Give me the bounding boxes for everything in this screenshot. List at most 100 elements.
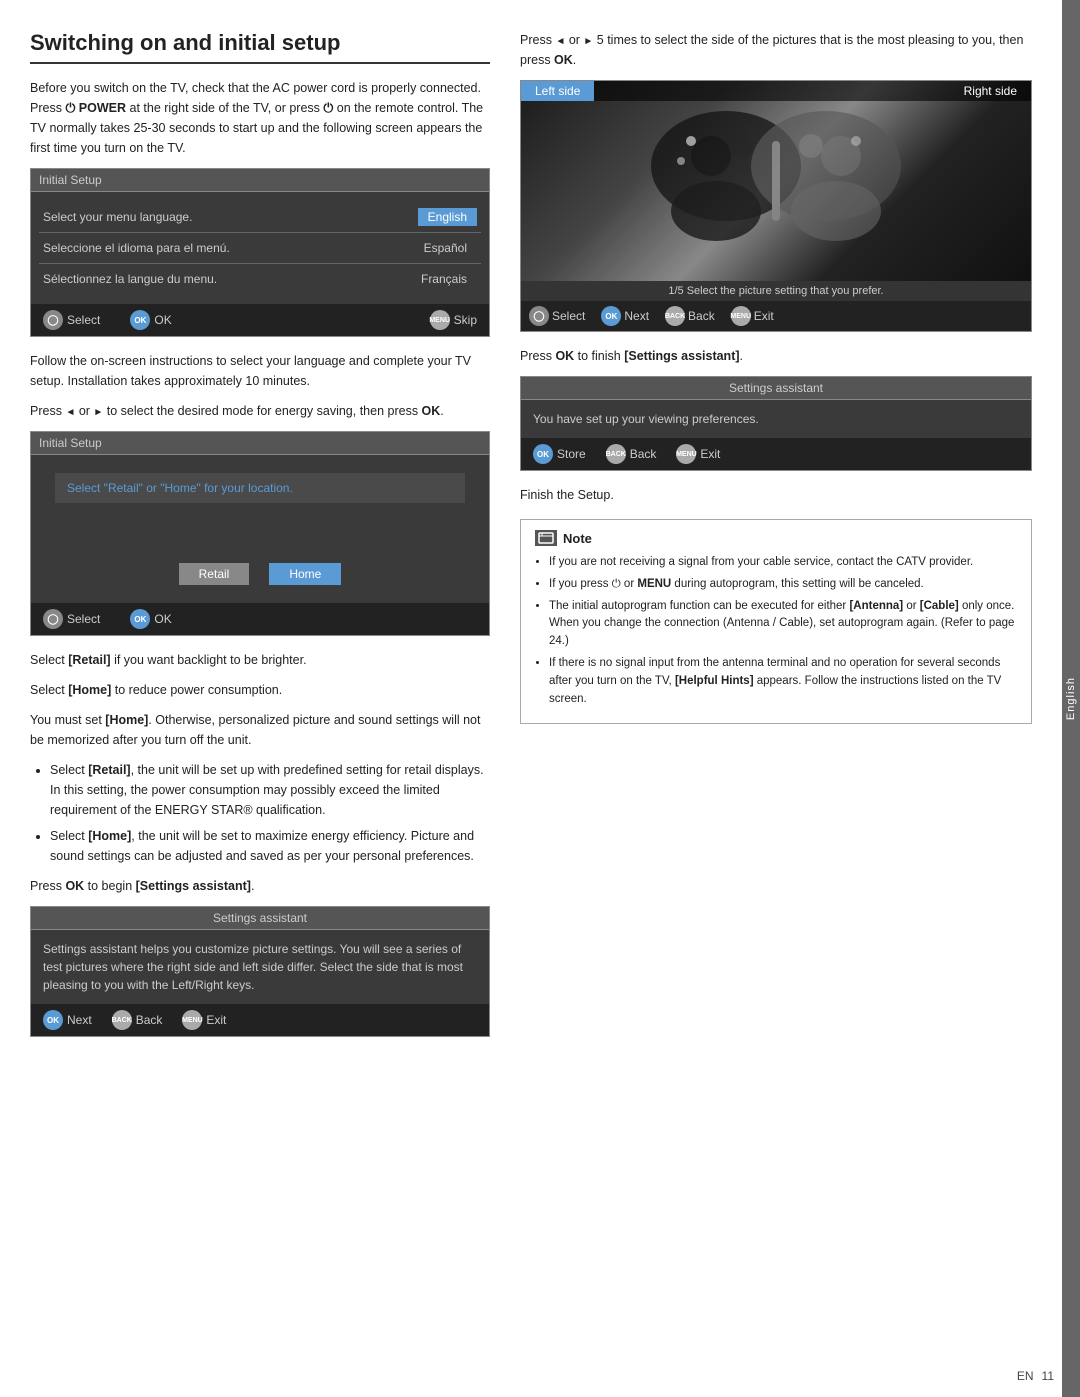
lang-label-espanol: Seleccione el idioma para el menú. [43, 241, 230, 255]
picture-header: Left side Right side [521, 81, 1031, 101]
next-icon: OK [43, 1010, 63, 1030]
exit-icon-2: MENU [676, 444, 696, 464]
bullet-home: Select [Home], the unit will be set to m… [50, 826, 490, 866]
pic-back-label: Back [688, 309, 715, 323]
butterfly-svg [636, 101, 916, 261]
footer-select: ◯ Select [43, 310, 100, 330]
press-begin-text: Press OK to begin [Settings assistant]. [30, 876, 490, 896]
footer-skip: MENU Skip [430, 310, 477, 330]
note-item-1: If you are not receiving a signal from y… [549, 554, 1017, 572]
ok-label: OK [154, 313, 171, 327]
footer-ok-2: OK OK [130, 609, 171, 629]
location-body: Select "Retail" or "Home" for your locat… [31, 455, 489, 603]
select-icon-2: ◯ [43, 609, 63, 629]
select-home-text: Select [Home] to reduce power consumptio… [30, 680, 490, 700]
setup-box-1-body: Select your menu language. English Selec… [31, 192, 489, 304]
location-row: Select "Retail" or "Home" for your locat… [55, 473, 465, 503]
location-spacer [43, 513, 477, 553]
footer-exit-2: MENU Exit [676, 444, 720, 464]
lang-btn-english[interactable]: English [418, 208, 477, 226]
left-column: Switching on and initial setup Before yo… [30, 30, 490, 1367]
page-title: Switching on and initial setup [30, 30, 490, 64]
lang-row-english: Select your menu language. English [39, 202, 481, 233]
lang-label-francais: Sélectionnez la langue du menu. [43, 272, 217, 286]
main-content: Switching on and initial setup Before yo… [0, 0, 1062, 1397]
settings-assistant-1-body: Settings assistant helps you customize p… [31, 930, 489, 1004]
caption-text: 1/5 Select the picture setting that you … [668, 285, 883, 297]
pic-back-icon: BACK [665, 306, 685, 326]
select-label-2: Select [67, 612, 100, 626]
exit-label: Exit [206, 1013, 226, 1027]
store-icon: OK [533, 444, 553, 464]
back-label: Back [136, 1013, 163, 1027]
settings-assistant-box-1: Settings assistant Settings assistant he… [30, 906, 490, 1037]
settings-assistant-2-title: Settings assistant [521, 377, 1031, 400]
pic-select-icon: ◯ [529, 306, 549, 326]
settings-assistant-box-2: Settings assistant You have set up your … [520, 376, 1032, 471]
page-container: English Switching on and initial setup B… [0, 0, 1080, 1397]
menu-icon: MENU [430, 310, 450, 330]
note-item-4: If there is no signal input from the ant… [549, 655, 1017, 708]
footer-back: BACK Back [112, 1010, 163, 1030]
butterfly-image [521, 81, 1031, 281]
ok-label-2: OK [154, 612, 171, 626]
footer-ok: OK OK [130, 310, 171, 330]
back-label-2: Back [630, 447, 657, 461]
select-label: Select [67, 313, 100, 327]
pic-nav-exit: MENU Exit [731, 306, 774, 326]
location-buttons: Retail Home [43, 553, 477, 595]
back-icon: BACK [112, 1010, 132, 1030]
home-button[interactable]: Home [269, 563, 341, 585]
pic-exit-icon: MENU [731, 306, 751, 326]
pic-select-label: Select [552, 309, 585, 323]
sidebar-tab: English [1062, 0, 1080, 1397]
exit-label-2: Exit [700, 447, 720, 461]
ok-icon-2: OK [130, 609, 150, 629]
setup-box-2-title: Initial Setup [31, 432, 489, 455]
note-item-2: If you press ⏻ or MENU during autoprogra… [549, 576, 1017, 594]
follow-text: Follow the on-screen instructions to sel… [30, 351, 490, 391]
pic-next-label: Next [624, 309, 649, 323]
pic-nav-select: ◯ Select [529, 306, 585, 326]
setup-box-1-title: Initial Setup [31, 169, 489, 192]
exit-icon: MENU [182, 1010, 202, 1030]
right-side-label: Right side [950, 81, 1031, 101]
must-set-home-text: You must set [Home]. Otherwise, personal… [30, 710, 490, 750]
setup-footer-1: ◯ Select OK OK MENU Skip [31, 304, 489, 336]
settings-footer-2: OK Store BACK Back MENU Exit [521, 438, 1031, 470]
retail-button[interactable]: Retail [179, 563, 250, 585]
note-box: Note If you are not receiving a signal f… [520, 519, 1032, 724]
footer-back-2: BACK Back [606, 444, 657, 464]
lang-btn-espanol[interactable]: Español [414, 239, 477, 257]
lang-row-espanol: Seleccione el idioma para el menú. Españ… [39, 233, 481, 264]
lang-btn-francais[interactable]: Français [411, 270, 477, 288]
bullet-list: Select [Retail], the unit will be set up… [50, 760, 490, 866]
footer-exit: MENU Exit [182, 1010, 226, 1030]
pic-nav-back: BACK Back [665, 306, 715, 326]
store-label: Store [557, 447, 586, 461]
note-item-3: The initial autoprogram function can be … [549, 598, 1017, 651]
left-side-label: Left side [521, 81, 594, 101]
sidebar-label: English [1065, 677, 1077, 720]
picture-caption: 1/5 Select the picture setting that you … [521, 281, 1031, 301]
power-bold: ⏻ POWER [65, 101, 126, 115]
settings-assistant-1-title: Settings assistant [31, 907, 489, 930]
picture-nav: ◯ Select OK Next BACK Back MENU Exit [521, 301, 1031, 331]
footer-select-2: ◯ Select [43, 609, 100, 629]
press-energy-text: Press or to select the desired mode for … [30, 401, 490, 421]
setup-footer-2: ◯ Select OK OK [31, 603, 489, 635]
lang-label-english: Select your menu language. [43, 210, 192, 224]
footer-next: OK Next [43, 1010, 92, 1030]
pic-nav-next: OK Next [601, 306, 649, 326]
lang-row-francais: Sélectionnez la langue du menu. Français [39, 264, 481, 294]
note-header: Note [535, 530, 1017, 546]
note-list: If you are not receiving a signal from y… [549, 554, 1017, 709]
next-label: Next [67, 1013, 92, 1027]
select-retail-text: Select [Retail] if you want backlight to… [30, 650, 490, 670]
intro-paragraph: Before you switch on the TV, check that … [30, 78, 490, 158]
finish-setup-text: Finish the Setup. [520, 485, 1032, 505]
footer-store: OK Store [533, 444, 586, 464]
right-column: Press or 5 times to select the side of t… [520, 30, 1032, 1367]
back-icon-2: BACK [606, 444, 626, 464]
press-select-text: Press or 5 times to select the side of t… [520, 30, 1032, 70]
